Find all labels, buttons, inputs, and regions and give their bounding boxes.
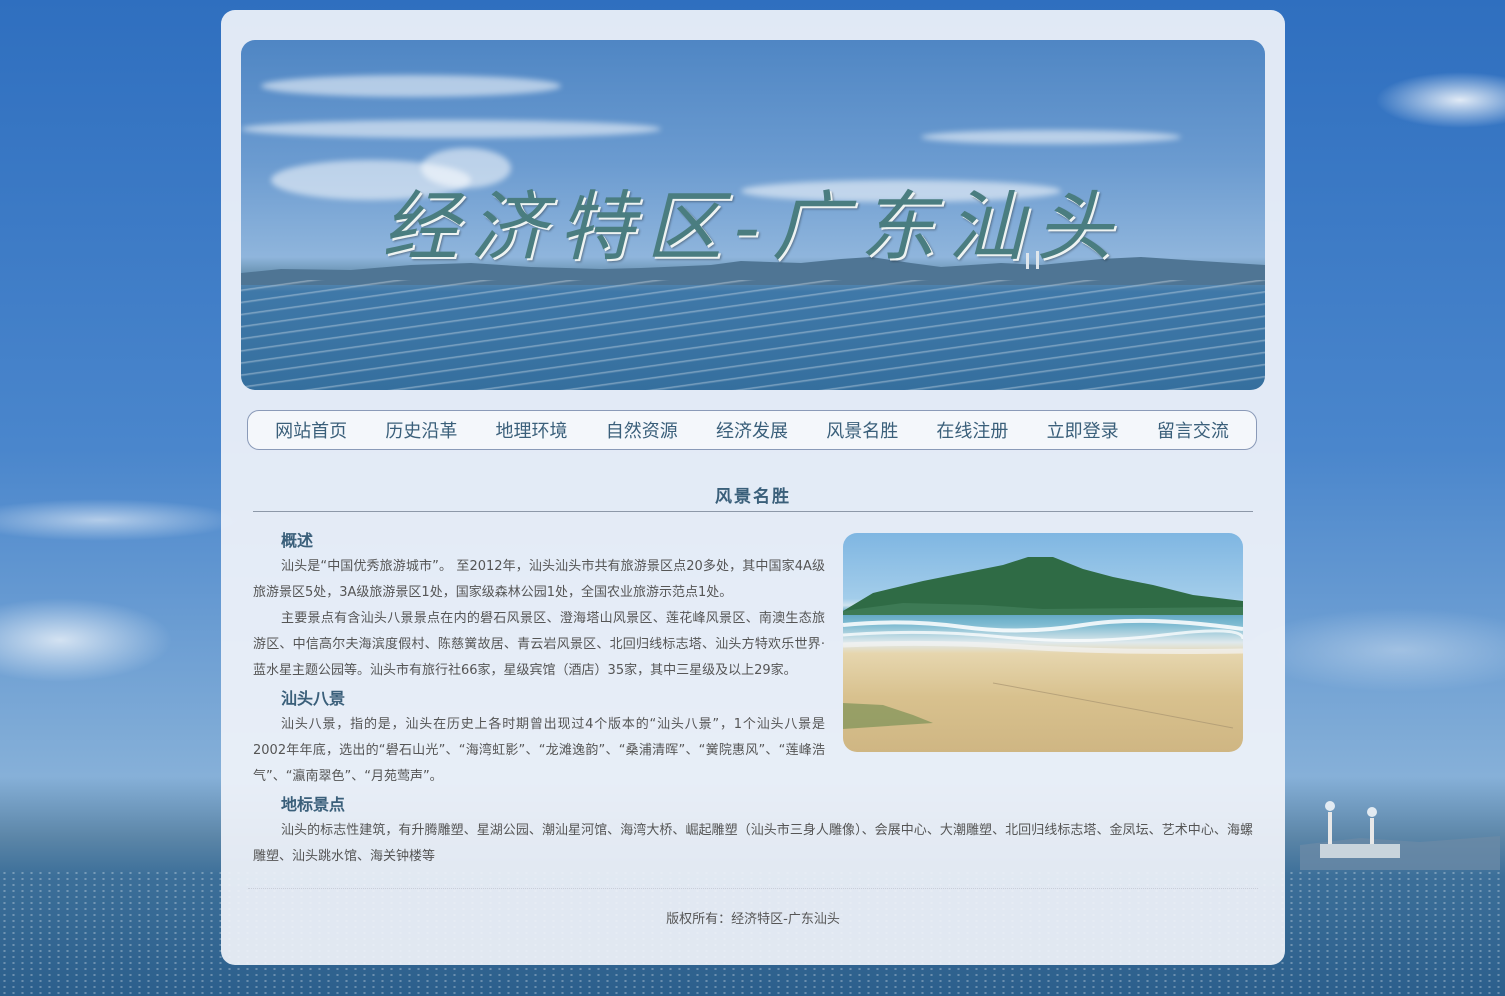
- nav-item-login[interactable]: 立即登录: [1047, 417, 1119, 443]
- nav-item-guestbook[interactable]: 留言交流: [1157, 417, 1229, 443]
- main-nav: 网站首页 历史沿革 地理环境 自然资源 经济发展 风景名胜 在线注册 立即登录 …: [247, 410, 1257, 450]
- nav-item-scenery[interactable]: 风景名胜: [826, 417, 898, 443]
- nav-item-register[interactable]: 在线注册: [936, 417, 1008, 443]
- banner-cloud: [261, 75, 561, 97]
- background-chimney-towers: [1300, 801, 1500, 870]
- nav-item-resources[interactable]: 自然资源: [606, 417, 678, 443]
- article-content: 概述 汕头是“中国优秀旅游城市”。 至2012年，汕头汕头市共有旅游景区点20多…: [253, 526, 1253, 870]
- beach-photo: [843, 533, 1243, 752]
- section-heading-landmarks: 地标景点: [281, 795, 346, 814]
- page-title: 风景名胜: [715, 487, 791, 507]
- nav-item-economy[interactable]: 经济发展: [716, 417, 788, 443]
- footer-divider: [248, 888, 1258, 889]
- banner-cloud: [241, 120, 661, 138]
- title-divider: [253, 511, 1253, 512]
- banner-sea-rows: [241, 280, 1265, 390]
- nav-item-home[interactable]: 网站首页: [275, 417, 347, 443]
- nav-item-geography[interactable]: 地理环境: [496, 417, 568, 443]
- footer-copyright: 版权所有：经济特区-广东汕头: [666, 912, 840, 927]
- site-title: 经济特区-广东汕头: [382, 182, 1124, 271]
- main-container: 经济特区-广东汕头 网站首页 历史沿革 地理环境 自然资源 经济发展 风景名胜 …: [221, 10, 1285, 965]
- header-banner: 经济特区-广东汕头: [241, 40, 1265, 390]
- nav-item-history[interactable]: 历史沿革: [385, 417, 457, 443]
- banner-cloud: [921, 130, 1181, 144]
- landmarks-paragraph: 汕头的标志性建筑，有升腾雕塑、星湖公园、潮汕星河馆、海湾大桥、崛起雕塑（汕头市三…: [253, 823, 1253, 864]
